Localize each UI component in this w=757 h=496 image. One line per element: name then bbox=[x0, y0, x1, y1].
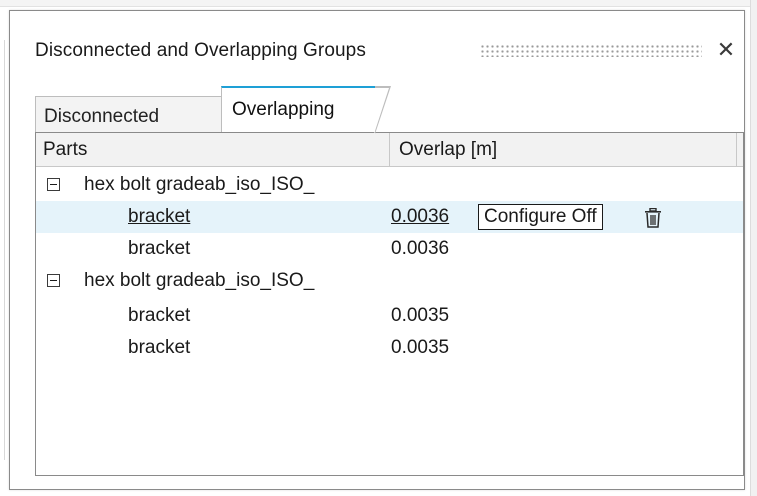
dialog-titlebar[interactable]: Disconnected and Overlapping Groups ✕ bbox=[10, 11, 744, 83]
overlap-value: 0.0035 bbox=[391, 337, 450, 358]
background-edge-right bbox=[750, 0, 757, 496]
table-row[interactable]: bracket 0.0036 bbox=[36, 233, 743, 265]
overlap-value: 0.0035 bbox=[391, 305, 450, 326]
table-row[interactable]: bracket 0.0035 bbox=[36, 332, 743, 364]
part-label: bracket bbox=[128, 238, 191, 259]
table-row[interactable]: bracket 0.0036 Configure Off bbox=[36, 201, 743, 233]
overlap-value-link[interactable]: 0.0036 bbox=[391, 201, 449, 233]
trash-icon[interactable] bbox=[644, 207, 662, 228]
group-label: hex bolt gradeab_iso_ISO_ bbox=[84, 270, 315, 291]
close-button[interactable]: ✕ bbox=[714, 37, 738, 63]
tab-overlapping[interactable]: Overlapping bbox=[221, 86, 391, 134]
background-edge-top bbox=[0, 0, 757, 7]
dialog-title: Disconnected and Overlapping Groups bbox=[35, 40, 366, 61]
close-icon: ✕ bbox=[716, 37, 736, 62]
overlap-value: 0.0036 bbox=[391, 238, 450, 259]
table-row[interactable]: bracket 0.0035 bbox=[36, 300, 743, 332]
tab-disconnected-label: Disconnected bbox=[44, 106, 160, 127]
background-edge-left bbox=[0, 40, 5, 460]
group-row[interactable]: hex bolt gradeab_iso_ISO_ bbox=[36, 169, 743, 201]
tab-disconnected[interactable]: Disconnected bbox=[35, 96, 244, 132]
tab-overlapping-label: Overlapping bbox=[232, 99, 335, 120]
table-header: Parts Overlap [m] bbox=[36, 133, 743, 167]
overlap-table: Parts Overlap [m] hex bolt gradeab_iso_I… bbox=[35, 132, 744, 476]
column-header-parts[interactable]: Parts bbox=[36, 133, 390, 166]
part-link[interactable]: bracket bbox=[128, 201, 190, 233]
tab-strip: Disconnected Overlapping bbox=[35, 84, 745, 134]
drag-grip-handle[interactable] bbox=[480, 44, 702, 57]
trash-icon-graphic bbox=[645, 207, 661, 228]
part-label: bracket bbox=[128, 305, 191, 326]
collapse-toggle-icon[interactable] bbox=[47, 178, 60, 191]
collapse-toggle-icon[interactable] bbox=[47, 274, 60, 287]
configure-off-button[interactable]: Configure Off bbox=[478, 204, 603, 230]
part-label: bracket bbox=[128, 337, 191, 358]
group-row[interactable]: hex bolt gradeab_iso_ISO_ bbox=[36, 265, 743, 297]
group-label: hex bolt gradeab_iso_ISO_ bbox=[84, 174, 315, 195]
overlap-groups-dialog: Disconnected and Overlapping Groups ✕ Di… bbox=[9, 10, 745, 490]
column-header-overlap[interactable]: Overlap [m] bbox=[390, 133, 737, 166]
